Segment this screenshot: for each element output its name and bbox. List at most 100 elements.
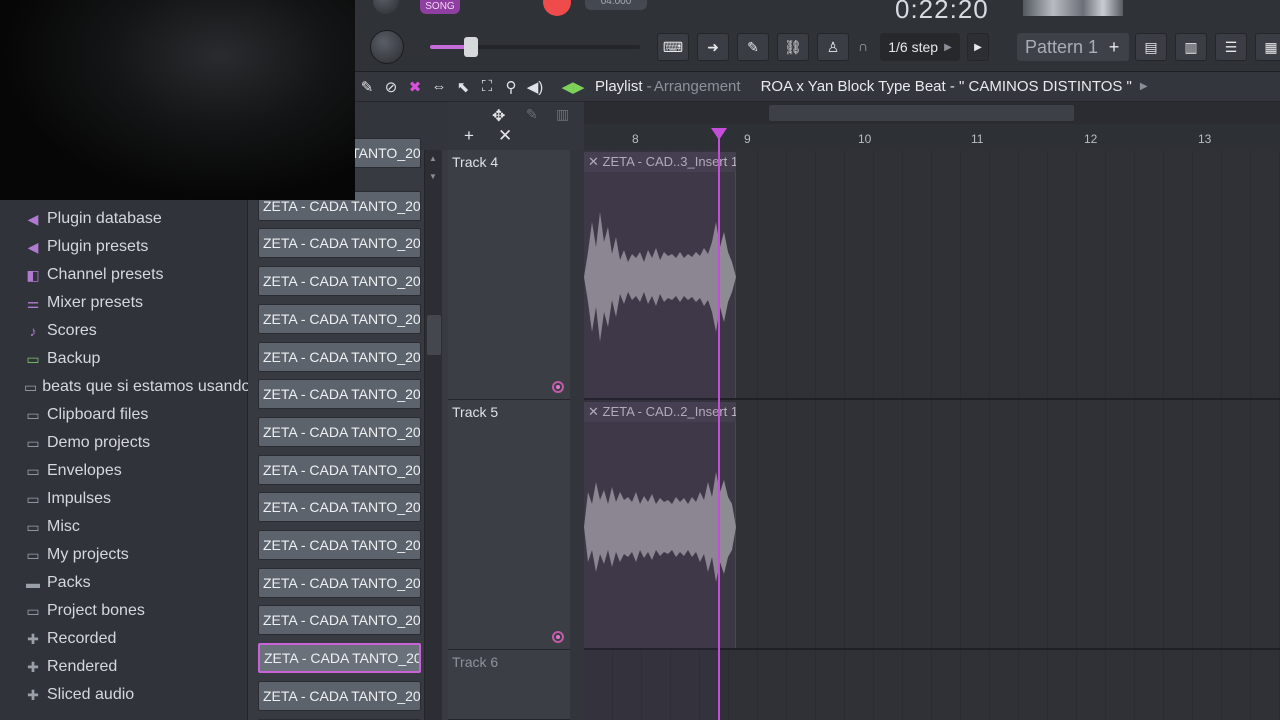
brush-icon[interactable]: ✎ — [737, 33, 769, 61]
channel-item[interactable]: ZETA - CADA TANTO_2025... — [258, 530, 421, 560]
snap-step-selector[interactable]: 1/6 step ▶ — [880, 33, 960, 61]
browser-item[interactable]: ◀ Plugin database — [0, 205, 247, 233]
playback-icon[interactable]: ◀) — [523, 75, 547, 99]
slip-tool-icon[interactable]: ⇔ — [427, 75, 451, 99]
typing-keyboard-icon[interactable]: ⌨ — [657, 33, 689, 61]
browser-item[interactable]: ✚ Rendered — [0, 653, 247, 681]
channel-item[interactable]: ZETA - CADA TANTO_2025... — [258, 416, 421, 447]
zoom-icon[interactable]: ⚲ — [499, 75, 523, 99]
tempo-display[interactable]: 04:000 — [585, 0, 647, 10]
close-icon[interactable]: ✕ — [588, 404, 603, 419]
timeline-ruler[interactable]: 8 9 10 11 12 13 — [584, 102, 1280, 150]
recorded-icon: ✚ — [27, 630, 39, 647]
channel-item[interactable]: ZETA - CADA TANTO_2025... — [258, 454, 421, 485]
arrow-right-icon[interactable]: ➜ — [697, 33, 729, 61]
ruler-bar-number: 12 — [1084, 132, 1098, 146]
audio-clip[interactable]: ✕ ZETA - CAD..3_Insert 1 — [584, 152, 736, 398]
track-name: Track 6 — [452, 654, 499, 670]
scroll-down-icon[interactable]: ▼ — [429, 172, 437, 181]
browser-item[interactable]: ⚌ Mixer presets — [0, 289, 247, 317]
ruler-bar-number: 13 — [1198, 132, 1212, 146]
add-pattern-button[interactable]: + — [1103, 33, 1125, 61]
playlist-horizontal-scrollbar[interactable] — [584, 102, 1280, 124]
add-track-icon[interactable]: + — [464, 126, 474, 146]
track-mute-led[interactable] — [552, 631, 564, 643]
browser-item[interactable]: ✚ Sliced audio — [0, 681, 247, 709]
master-pitch-slider[interactable] — [430, 37, 640, 57]
browser-item[interactable]: ▭ Envelopes — [0, 457, 247, 485]
playlist-scroll-thumb[interactable] — [769, 105, 1074, 121]
browser-item-label: Envelopes — [47, 462, 122, 479]
close-icon[interactable]: ✕ — [498, 126, 512, 146]
browser-panel: ◀ Plugin database ◀ Plugin presets ◧ Channe… — [0, 200, 250, 720]
track-mute-led[interactable] — [552, 381, 564, 393]
channel-rack-icon[interactable]: ▥ — [1175, 33, 1207, 61]
browser-item[interactable]: ◀ Plugin presets — [0, 233, 247, 261]
browser-item[interactable]: ▬ Packs — [0, 569, 247, 597]
playlist-arrows-icon[interactable]: ◀▶ — [561, 75, 585, 99]
channel-list-scroll-thumb[interactable] — [427, 315, 441, 355]
multi-move-icon[interactable]: ✥ — [492, 106, 505, 126]
browser-item-label: My projects — [47, 546, 129, 563]
playlist-icon[interactable]: ▤ — [1135, 33, 1167, 61]
rendered-icon: ✚ — [27, 658, 39, 675]
playhead-line[interactable] — [718, 128, 720, 720]
select-tool-icon[interactable]: ⬉ — [451, 75, 475, 99]
grid-icon[interactable]: ▥ — [556, 106, 569, 123]
playhead-marker-icon[interactable] — [711, 128, 727, 140]
scroll-up-icon[interactable]: ▲ — [429, 154, 437, 163]
link-icon[interactable]: ⛓ — [777, 33, 809, 61]
browser-item[interactable]: ▭ Impulses — [0, 485, 247, 513]
channel-item[interactable]: ZETA - CADA TANTO_2025... — [258, 605, 421, 636]
browser-item[interactable]: ▭ Misc — [0, 513, 247, 541]
delete-tool-icon[interactable]: ⊘ — [379, 75, 403, 99]
master-volume-knob[interactable] — [370, 30, 404, 64]
oscilloscope-display — [1023, 0, 1123, 16]
browser-item[interactable]: ▭ Clipboard files — [0, 401, 247, 429]
main-toolbar: SONG 04:000 0:22:20 ⌨ ➜ ✎ ⛓ ♙ ∩ 1/6 step… — [355, 0, 1280, 72]
folder-icon: ▭ — [26, 350, 40, 367]
audio-clip[interactable]: ✕ ZETA - CAD..2_Insert 1 — [584, 402, 736, 648]
browser-item[interactable]: ◧ Channel presets — [0, 261, 247, 289]
piano-roll-icon[interactable]: ▦ — [1255, 33, 1280, 61]
metronome-icon[interactable]: ♙ — [817, 33, 849, 61]
channel-item[interactable]: ZETA - CADA TANTO_2025... — [258, 643, 421, 674]
browser-item-label: Impulses — [47, 490, 112, 507]
channel-item[interactable]: ZETA - CADA TANTO_2025... — [258, 379, 421, 410]
channel-item[interactable]: ZETA - CADA TANTO_2025... — [258, 492, 421, 523]
mute-tool-icon[interactable]: ✖ — [403, 75, 427, 99]
browser-item[interactable]: ▭ beats que si estamos usando — [0, 373, 250, 401]
close-icon[interactable]: ✕ — [588, 154, 603, 169]
pencil-tool-icon[interactable]: ✎ — [355, 75, 379, 99]
browser-item[interactable]: ▭ Project bones — [0, 597, 247, 625]
folder-icon: ▭ — [26, 602, 40, 619]
track-header[interactable]: Track 4 — [448, 150, 570, 400]
track-header[interactable]: Track 5 — [448, 400, 570, 650]
record-button[interactable] — [543, 0, 571, 16]
song-mode-badge[interactable]: SONG — [420, 0, 460, 14]
channel-item[interactable]: ZETA - CADA TANTO_2025... — [258, 266, 421, 297]
track-header[interactable]: Track 6 — [448, 650, 570, 720]
browser-item[interactable]: ▭ My projects — [0, 541, 247, 569]
master-pitch-slider-thumb[interactable] — [464, 37, 478, 57]
channel-item[interactable]: ZETA - CADA TANTO_2025... — [258, 680, 421, 711]
pencil-icon[interactable]: ✎ — [526, 106, 538, 123]
channel-list-scrollbar[interactable]: ▲ ▼ — [424, 150, 442, 720]
channel-item[interactable]: ZETA - CADA TANTO_2025... — [258, 567, 421, 598]
channel-item[interactable]: ZETA - CADA TANTO_2025... — [258, 341, 421, 372]
packs-icon: ▬ — [26, 575, 40, 591]
playlist-grid[interactable]: ✕ ZETA - CAD..3_Insert 1 ✕ ZETA - CAD..2… — [584, 150, 1280, 720]
pitch-knob[interactable] — [373, 0, 399, 14]
browser-item[interactable]: ✚ Recorded — [0, 625, 247, 653]
browser-item-label: Demo projects — [47, 434, 151, 451]
mixer-icon[interactable]: ☰ — [1215, 33, 1247, 61]
chevron-right-icon[interactable]: ▶ — [1140, 81, 1148, 92]
play-pattern-icon[interactable]: ▶ — [967, 33, 989, 61]
channel-item[interactable]: ZETA - CADA TANTO_2025... — [258, 303, 421, 334]
channel-item[interactable]: ZETA - CADA TANTO_2025... — [258, 228, 421, 259]
browser-item[interactable]: ▭ Backup — [0, 345, 247, 373]
pattern-label: Pattern 1 — [1025, 36, 1099, 57]
browser-item[interactable]: ▭ Demo projects — [0, 429, 247, 457]
zoom-fit-icon[interactable]: ⛶ — [475, 75, 499, 99]
browser-item[interactable]: ♪ Scores — [0, 317, 247, 345]
